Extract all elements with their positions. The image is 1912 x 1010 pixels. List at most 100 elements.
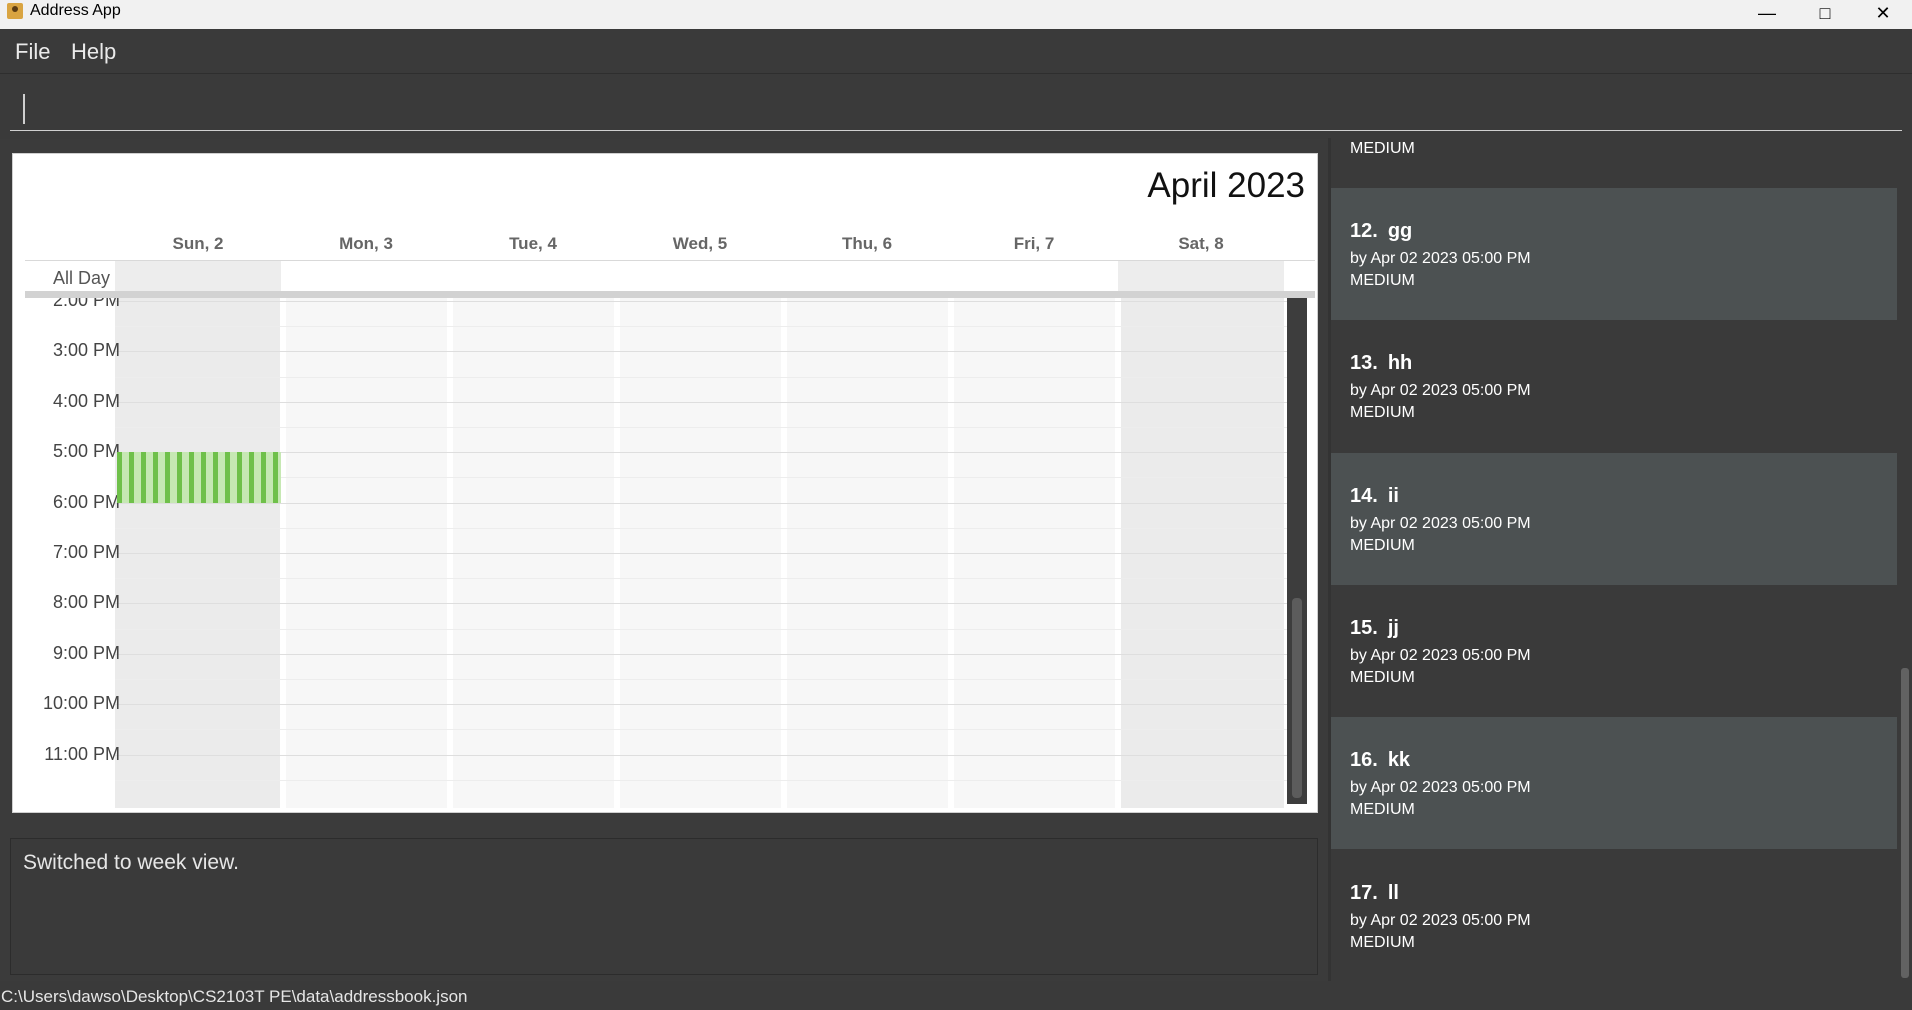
task-priority: MEDIUM — [1350, 801, 1415, 819]
window-title: Address App — [30, 2, 121, 19]
task-title: 13. hh — [1350, 352, 1412, 375]
task-priority: MEDIUM — [1350, 140, 1415, 157]
hour-line — [115, 301, 1293, 302]
day-header[interactable]: Mon, 3 — [286, 234, 446, 254]
address-book-icon — [7, 3, 23, 19]
time-label: 10:00 PM — [42, 693, 120, 714]
all-day-label: All Day — [53, 268, 111, 288]
half-hour-line — [115, 679, 1293, 680]
close-icon[interactable]: ✕ — [1854, 0, 1912, 29]
result-message: Switched to week view. — [23, 851, 239, 874]
maximize-icon[interactable]: □ — [1796, 0, 1854, 29]
task-index: 13. — [1350, 352, 1378, 375]
title-bar: Address App — □ ✕ — [0, 0, 1912, 29]
day-header[interactable]: Sat, 8 — [1121, 234, 1281, 254]
week-calendar: April 2023 Sun, 2 Mon, 3 Tue, 4 Wed, 5 Thu, … — [12, 153, 1318, 813]
list-item-partial[interactable]: MEDIUM — [1331, 138, 1897, 188]
half-hour-line — [115, 779, 1293, 781]
half-hour-line — [115, 578, 1293, 580]
task-priority: MEDIUM — [1350, 404, 1415, 422]
list-item[interactable]: 15. jj by Apr 02 2023 05:00 PM MEDIUM — [1331, 584, 1897, 717]
half-hour-line — [115, 729, 1293, 731]
hour-line — [115, 754, 1293, 756]
task-title: 14. ii — [1350, 485, 1399, 508]
time-label: 9:00 PM — [52, 642, 120, 663]
task-priority: MEDIUM — [1350, 668, 1415, 686]
time-label: 11:00 PM — [44, 743, 120, 764]
half-hour-line — [115, 628, 1293, 630]
command-box — [0, 73, 1912, 139]
calendar-scroll-thumb[interactable] — [1292, 598, 1302, 798]
time-label: 5:00 PM — [52, 441, 120, 462]
hour-line — [115, 603, 1293, 605]
day-header[interactable]: Fri, 7 — [954, 234, 1114, 254]
list-item[interactable]: 13. hh by Apr 02 2023 05:00 PM MEDIUM — [1331, 320, 1897, 453]
hour-line — [115, 452, 1293, 454]
task-deadline: by Apr 02 2023 05:00 PM — [1350, 250, 1531, 267]
text-caret — [23, 94, 25, 124]
task-index: 16. — [1350, 749, 1378, 772]
task-index: 14. — [1350, 484, 1378, 507]
task-name: hh — [1387, 352, 1413, 375]
task-priority: MEDIUM — [1350, 933, 1415, 951]
menu-bar: File Help — [0, 29, 1912, 73]
task-title: 15. jj — [1350, 617, 1399, 640]
time-label: 3:00 PM — [52, 340, 120, 361]
day-header[interactable]: Tue, 4 — [453, 234, 613, 254]
task-deadline: by Apr 02 2023 05:00 PM — [1350, 646, 1531, 664]
list-item[interactable]: 12. gg by Apr 02 2023 05:00 PM MEDIUM — [1331, 188, 1897, 320]
hour-line — [115, 553, 1293, 554]
list-item[interactable]: 16. kk by Apr 02 2023 05:00 PM MEDIUM — [1331, 717, 1897, 850]
result-display: Switched to week view. — [10, 838, 1318, 975]
task-list[interactable]: MEDIUM 12. gg by Apr 02 2023 05:00 PM MEDIU… — [1331, 138, 1897, 981]
menu-help[interactable]: Help — [71, 39, 116, 65]
hour-line — [115, 401, 1293, 403]
task-priority: MEDIUM — [1350, 536, 1415, 554]
half-hour-line — [115, 527, 1293, 529]
file-path: C:\Users\dawso\Desktop\CS2103T PE\data\a… — [1, 987, 468, 1006]
task-deadline: by Apr 02 2023 05:00 PM — [1350, 382, 1531, 400]
list-item[interactable]: 14. ii by Apr 02 2023 05:00 PM MEDIUM — [1331, 452, 1897, 585]
half-hour-line — [115, 427, 1293, 428]
hour-line — [115, 704, 1293, 706]
list-item[interactable]: 17. ll by Apr 02 2023 05:00 PM MEDIUM — [1331, 849, 1897, 981]
all-day-divider — [25, 291, 1315, 298]
time-label: 7:00 PM — [52, 542, 120, 562]
day-header[interactable]: Thu, 6 — [787, 234, 947, 254]
task-priority: MEDIUM — [1350, 272, 1415, 289]
task-title: 12. gg — [1350, 220, 1412, 243]
minimize-icon[interactable]: — — [1738, 0, 1796, 29]
half-hour-line — [115, 376, 1293, 378]
hour-line — [115, 653, 1293, 655]
list-scroll-thumb[interactable] — [1901, 668, 1909, 978]
calendar-event[interactable] — [117, 452, 281, 503]
hour-line — [115, 351, 1293, 353]
calendar-month-title: April 2023 — [1147, 166, 1305, 205]
task-name: ii — [1387, 484, 1399, 507]
task-index: 12. — [1350, 220, 1378, 242]
task-title: 17. ll — [1350, 882, 1399, 905]
command-input[interactable] — [10, 84, 1902, 131]
time-label: 2:00 PM — [52, 298, 120, 310]
day-header[interactable]: Sun, 2 — [118, 234, 278, 254]
task-index: 17. — [1350, 881, 1378, 904]
half-hour-line — [115, 477, 1293, 479]
task-name: kk — [1387, 749, 1411, 772]
task-name: ll — [1387, 881, 1399, 904]
time-label: 6:00 PM — [52, 491, 120, 512]
menu-file[interactable]: File — [15, 39, 50, 65]
half-hour-line — [115, 326, 1293, 328]
task-name: jj — [1387, 616, 1399, 639]
time-label: 8:00 PM — [52, 592, 120, 613]
status-bar: C:\Users\dawso\Desktop\CS2103T PE\data\a… — [0, 981, 1912, 1010]
day-header[interactable]: Wed, 5 — [620, 234, 780, 254]
task-deadline: by Apr 02 2023 05:00 PM — [1350, 779, 1531, 797]
time-label: 4:00 PM — [52, 390, 120, 411]
task-deadline: by Apr 02 2023 05:00 PM — [1350, 911, 1531, 929]
time-grid[interactable]: 2:00 PM 3:00 PM 4:00 PM 5:00 PM 6:00 PM 7:00 … — [13, 298, 1317, 812]
task-index: 15. — [1350, 616, 1378, 639]
hour-line — [115, 502, 1293, 504]
task-title: 16. kk — [1350, 749, 1410, 772]
task-name: gg — [1387, 220, 1413, 242]
task-deadline: by Apr 02 2023 05:00 PM — [1350, 514, 1531, 532]
